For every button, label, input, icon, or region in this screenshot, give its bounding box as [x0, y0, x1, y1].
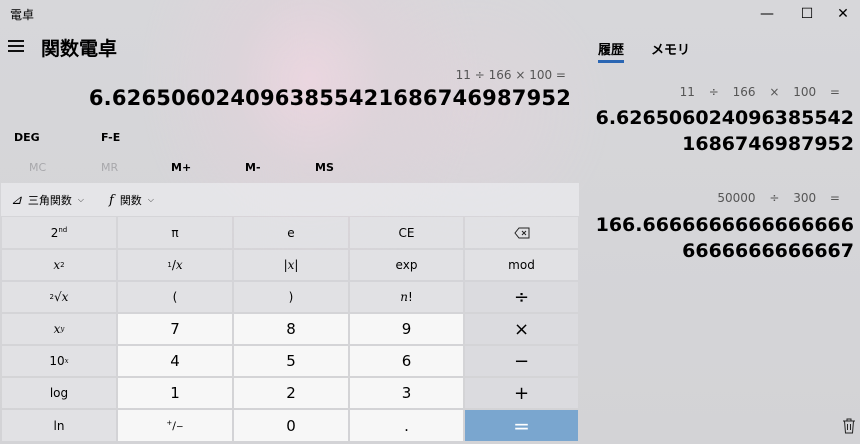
- ln-button[interactable]: ln: [2, 410, 116, 441]
- decimal-button[interactable]: .: [350, 410, 463, 441]
- history-result[interactable]: 166.66666666666666666666666666667: [586, 212, 854, 264]
- equals-button[interactable]: =: [465, 410, 578, 441]
- function-dropdown[interactable]: f 関数 ⌵: [109, 192, 154, 208]
- digit-9-button[interactable]: 9: [350, 314, 463, 344]
- window-title: 電卓: [10, 8, 35, 22]
- backspace-icon: [513, 227, 529, 238]
- trigonometry-label: 三角関数: [27, 194, 72, 207]
- history-expression[interactable]: 50000 ÷ 300 =: [717, 191, 840, 205]
- angle-unit-button[interactable]: DEG: [14, 131, 40, 144]
- digit-3-button[interactable]: 3: [350, 378, 463, 408]
- memory-subtract-button[interactable]: M-: [245, 161, 261, 174]
- negate-button[interactable]: +/−: [118, 410, 232, 441]
- memory-store-button[interactable]: MS: [315, 161, 334, 174]
- digit-0-button[interactable]: 0: [234, 410, 348, 441]
- ten-power-button[interactable]: 10 x: [2, 346, 116, 376]
- memory-add-button[interactable]: M+: [171, 161, 191, 174]
- memory-clear-button[interactable]: MC: [29, 161, 46, 174]
- trigonometry-dropdown[interactable]: ⊿ 三角関数 ⌵: [11, 192, 84, 208]
- result-display: 6.6265060240963855421686746987952: [88, 86, 571, 110]
- expression-display: 11 ÷ 166 × 100 =: [455, 68, 566, 82]
- digit-5-button[interactable]: 5: [234, 346, 348, 376]
- history-result[interactable]: 6.6265060240963855421686746987952: [586, 105, 854, 157]
- multiply-button[interactable]: ×: [465, 314, 578, 344]
- chevron-down-icon: ⌵: [77, 195, 84, 204]
- menu-icon[interactable]: [8, 38, 26, 54]
- function-bar: ⊿ 三角関数 ⌵ f 関数 ⌵: [1, 183, 579, 216]
- minus-button[interactable]: −: [465, 346, 578, 376]
- second-function-button[interactable]: 2nd: [2, 217, 116, 248]
- mod-button[interactable]: mod: [465, 250, 578, 280]
- memory-recall-button[interactable]: MR: [101, 161, 118, 174]
- left-parenthesis-button[interactable]: (: [118, 282, 232, 312]
- absolute-value-button[interactable]: |x|: [234, 250, 348, 280]
- backspace-button[interactable]: [465, 217, 578, 248]
- fe-button[interactable]: F-E: [101, 131, 120, 144]
- power-button[interactable]: xy: [2, 314, 116, 344]
- active-tab-indicator: [598, 60, 624, 63]
- exp-button[interactable]: exp: [350, 250, 463, 280]
- digit-1-button[interactable]: 1: [118, 378, 232, 408]
- clear-entry-button[interactable]: CE: [350, 217, 463, 248]
- digit-4-button[interactable]: 4: [118, 346, 232, 376]
- function-label: 関数: [119, 194, 142, 207]
- close-button[interactable]: ✕: [820, 0, 860, 28]
- digit-6-button[interactable]: 6: [350, 346, 463, 376]
- reciprocal-button[interactable]: 1/x: [118, 250, 232, 280]
- right-parenthesis-button[interactable]: ): [234, 282, 348, 312]
- history-expression[interactable]: 11 ÷ 166 × 100 =: [680, 85, 840, 99]
- factorial-button[interactable]: n!: [350, 282, 463, 312]
- title-bar: 電卓 — ☐ ✕: [0, 0, 860, 28]
- digit-7-button[interactable]: 7: [118, 314, 232, 344]
- trash-icon[interactable]: [842, 418, 856, 434]
- digit-8-button[interactable]: 8: [234, 314, 348, 344]
- tab-history[interactable]: 履歴: [598, 39, 624, 58]
- plus-button[interactable]: +: [465, 378, 578, 408]
- square-root-button[interactable]: 2 √ x: [2, 282, 116, 312]
- divide-button[interactable]: ÷: [465, 282, 578, 312]
- log-button[interactable]: log: [2, 378, 116, 408]
- e-button[interactable]: e: [234, 217, 348, 248]
- mode-title: 関数電卓: [41, 38, 118, 60]
- digit-2-button[interactable]: 2: [234, 378, 348, 408]
- pi-button[interactable]: π: [118, 217, 232, 248]
- square-button[interactable]: x2: [2, 250, 116, 280]
- function-icon: f: [109, 192, 114, 208]
- chevron-down-icon: ⌵: [147, 195, 154, 204]
- tab-memory[interactable]: メモリ: [651, 39, 690, 58]
- keypad: 2nd π e CE x2 1/x |x| exp mod 2 √ x ( ) n!…: [1, 216, 579, 444]
- triangle-icon: ⊿: [11, 192, 22, 208]
